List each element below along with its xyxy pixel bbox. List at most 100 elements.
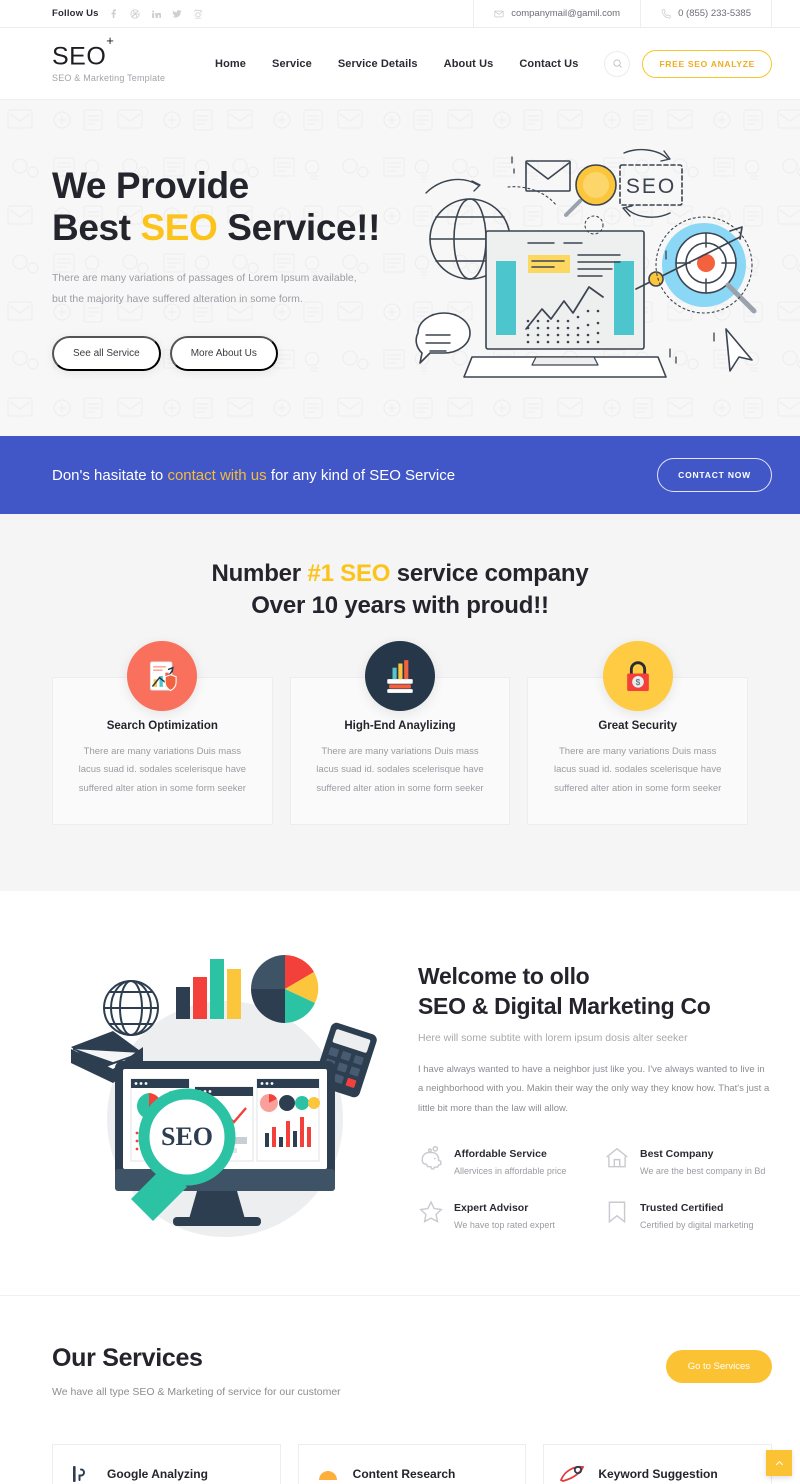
instagram-icon[interactable]: [192, 8, 204, 20]
piggy-bank-icon: [418, 1145, 444, 1171]
main-navigation: SEO+ SEO & Marketing Template Home Servi…: [0, 28, 800, 100]
linkedin-icon[interactable]: [150, 8, 162, 20]
feature-card-title: High-End Anaylizing: [344, 719, 456, 732]
welcome-feature-grid: Affordable Service Allervices in afforda…: [418, 1144, 772, 1230]
welcome-feature-best-company: Best Company We are the best company in …: [604, 1144, 772, 1176]
welcome-feature-title: Affordable Service: [454, 1148, 547, 1161]
hero-title-line1: We Provide: [52, 165, 249, 207]
content-research-icon: [315, 1461, 341, 1484]
nav-item-about-us[interactable]: About Us: [444, 58, 494, 70]
features-heading-highlight: #1 SEO: [307, 560, 391, 587]
brand-text: SEO: [52, 42, 107, 71]
seo-hero-illustration: SEO: [415, 148, 757, 378]
facebook-icon[interactable]: [108, 8, 120, 20]
welcome-feature-text: Trusted Certified Certified by digital m…: [640, 1198, 754, 1230]
services-header: Our Services We have all type SEO & Mark…: [52, 1344, 772, 1398]
services-subtitle: We have all type SEO & Marketing of serv…: [52, 1386, 341, 1399]
welcome-feature-title: Trusted Certified: [640, 1202, 724, 1215]
welcome-body: I have always wanted to have a neighbor …: [418, 1064, 770, 1114]
brand-name: SEO+: [52, 34, 165, 71]
feature-card-high-end-analyzing[interactable]: High-End Anaylizing There are many varia…: [289, 640, 511, 826]
banner-text-accent[interactable]: contact with us: [167, 467, 266, 484]
hero-text-block: We Provide Best SEO Service!! There are …: [52, 165, 404, 371]
feature-card-text: There are many variations Duis mass lacu…: [78, 745, 247, 794]
welcome-feature-trusted-certified: Trusted Certified Certified by digital m…: [604, 1198, 772, 1230]
banner-text-pre: Don's hasitate to: [52, 466, 168, 484]
hero-subtitle: There are many variations of passages of…: [52, 268, 404, 310]
follow-us-group: Follow Us: [52, 8, 204, 20]
welcome-title-line2: SEO & Digital Marketing Co: [418, 993, 711, 1020]
welcome-feature-text: Best Company We are the best company in …: [640, 1144, 765, 1176]
go-to-services-button[interactable]: Go to Services: [665, 1350, 772, 1384]
feature-card-text: There are many variations Duis mass lacu…: [553, 745, 722, 794]
welcome-feature-text: Affordable Service Allervices in afforda…: [454, 1144, 566, 1176]
email-contact[interactable]: companymail@gamil.com: [473, 0, 642, 28]
services-title: Our Services: [52, 1344, 203, 1373]
hero-section: We Provide Best SEO Service!! There are …: [0, 100, 800, 436]
hero-title-highlight: SEO: [140, 206, 218, 248]
scroll-to-top-button[interactable]: [766, 1450, 792, 1477]
svg-text:SEO: SEO: [626, 175, 676, 198]
google-analytics-icon: [69, 1461, 95, 1484]
hero-title-line2-post: Service!!: [217, 206, 381, 248]
see-all-service-button[interactable]: See all Service: [52, 335, 161, 371]
nav-item-contact-us[interactable]: Contact Us: [519, 58, 578, 70]
features-section: Number #1 SEO service company Over 10 ye…: [0, 514, 800, 892]
service-card-keyword-suggestion[interactable]: Keyword Suggestion: [543, 1444, 773, 1484]
feature-card-search-optimization[interactable]: Search Optimization There are many varia…: [52, 640, 273, 826]
hero-title: We Provide Best SEO Service!!: [52, 165, 404, 248]
features-heading: Number #1 SEO service company Over 10 ye…: [52, 558, 748, 623]
welcome-title: Welcome to ollo SEO & Digital Marketing …: [418, 962, 772, 1022]
feature-card-text: There are many variations Duis mass lacu…: [316, 745, 484, 794]
follow-us-label: Follow Us: [52, 8, 99, 19]
welcome-feature-title: Best Company: [640, 1148, 714, 1161]
feature-card-title: Great Security: [598, 719, 677, 732]
more-about-us-button[interactable]: More About Us: [169, 335, 278, 371]
features-heading-post: service company: [390, 560, 589, 587]
service-card-google-analyzing[interactable]: Google Analyzing: [52, 1444, 281, 1484]
free-seo-analyze-button[interactable]: FREE SEO ANALYZE: [642, 49, 772, 78]
search-icon: [613, 59, 622, 68]
welcome-feature-affordable-service: Affordable Service Allervices in afforda…: [418, 1144, 586, 1176]
welcome-section: SEO Welcome to ollo SEO & Digital Market…: [0, 891, 800, 1297]
svg-text:$: $: [635, 677, 640, 687]
welcome-feature-desc: Allervices in affordable price: [454, 1166, 567, 1177]
service-card-title: Keyword Suggestion: [598, 1466, 718, 1481]
welcome-feature-expert-advisor: Expert Advisor We have top rated expert: [418, 1198, 586, 1230]
search-optimization-icon: [127, 640, 198, 711]
contact-now-button[interactable]: CONTACT NOW: [657, 458, 772, 492]
chevron-up-icon: [775, 1460, 783, 1466]
nav-item-service-details[interactable]: Service Details: [338, 58, 418, 70]
welcome-text-block: Welcome to ollo SEO & Digital Marketing …: [410, 962, 772, 1230]
welcome-feature-desc: Certified by digital marketing: [640, 1220, 754, 1231]
nav-item-service[interactable]: Service: [272, 58, 312, 70]
hero-sub-line2: but the majority have suffered alteratio…: [52, 292, 303, 305]
analytics-books-icon: [365, 640, 435, 711]
search-button[interactable]: [604, 50, 631, 77]
feature-card-great-security[interactable]: $ Great Security There are many variatio…: [527, 640, 749, 826]
keyword-suggestion-icon: [560, 1461, 586, 1484]
service-card-content-research[interactable]: Content Research: [297, 1444, 527, 1484]
nav-actions: FREE SEO ANALYZE: [604, 49, 772, 78]
hero-sub-line1: There are many variations of passages of…: [52, 271, 357, 284]
phone-icon: [661, 9, 671, 18]
service-card-title: Google Analyzing: [107, 1466, 208, 1481]
twitter-icon[interactable]: [171, 8, 183, 20]
phone-contact[interactable]: 0 (855) 233-5385: [641, 0, 772, 28]
page-root: Follow Us companymail@gamil.com 0 (855) …: [0, 0, 800, 1484]
welcome-feature-desc: We have top rated expert: [454, 1220, 555, 1231]
service-card-title: Content Research: [352, 1466, 456, 1481]
welcome-feature-text: Expert Advisor We have top rated expert: [454, 1198, 555, 1230]
brand-logo[interactable]: SEO+ SEO & Marketing Template: [52, 34, 166, 84]
nav-item-home[interactable]: Home: [215, 58, 246, 70]
dribbble-icon[interactable]: [129, 8, 141, 20]
brand-tagline: SEO & Marketing Template: [52, 73, 166, 84]
star-icon: [418, 1199, 444, 1225]
features-heading-line2: Over 10 years with proud!!: [251, 592, 549, 620]
welcome-subtitle: Here will some subtite with lorem ipsum …: [418, 1032, 688, 1045]
top-bar: Follow Us companymail@gamil.com 0 (855) …: [0, 0, 800, 28]
phone-text: 0 (855) 233-5385: [678, 7, 751, 19]
bookmark-icon: [604, 1199, 630, 1225]
banner-text: Don's hasitate to contact with us for an…: [52, 467, 455, 484]
email-text: companymail@gamil.com: [511, 7, 621, 19]
